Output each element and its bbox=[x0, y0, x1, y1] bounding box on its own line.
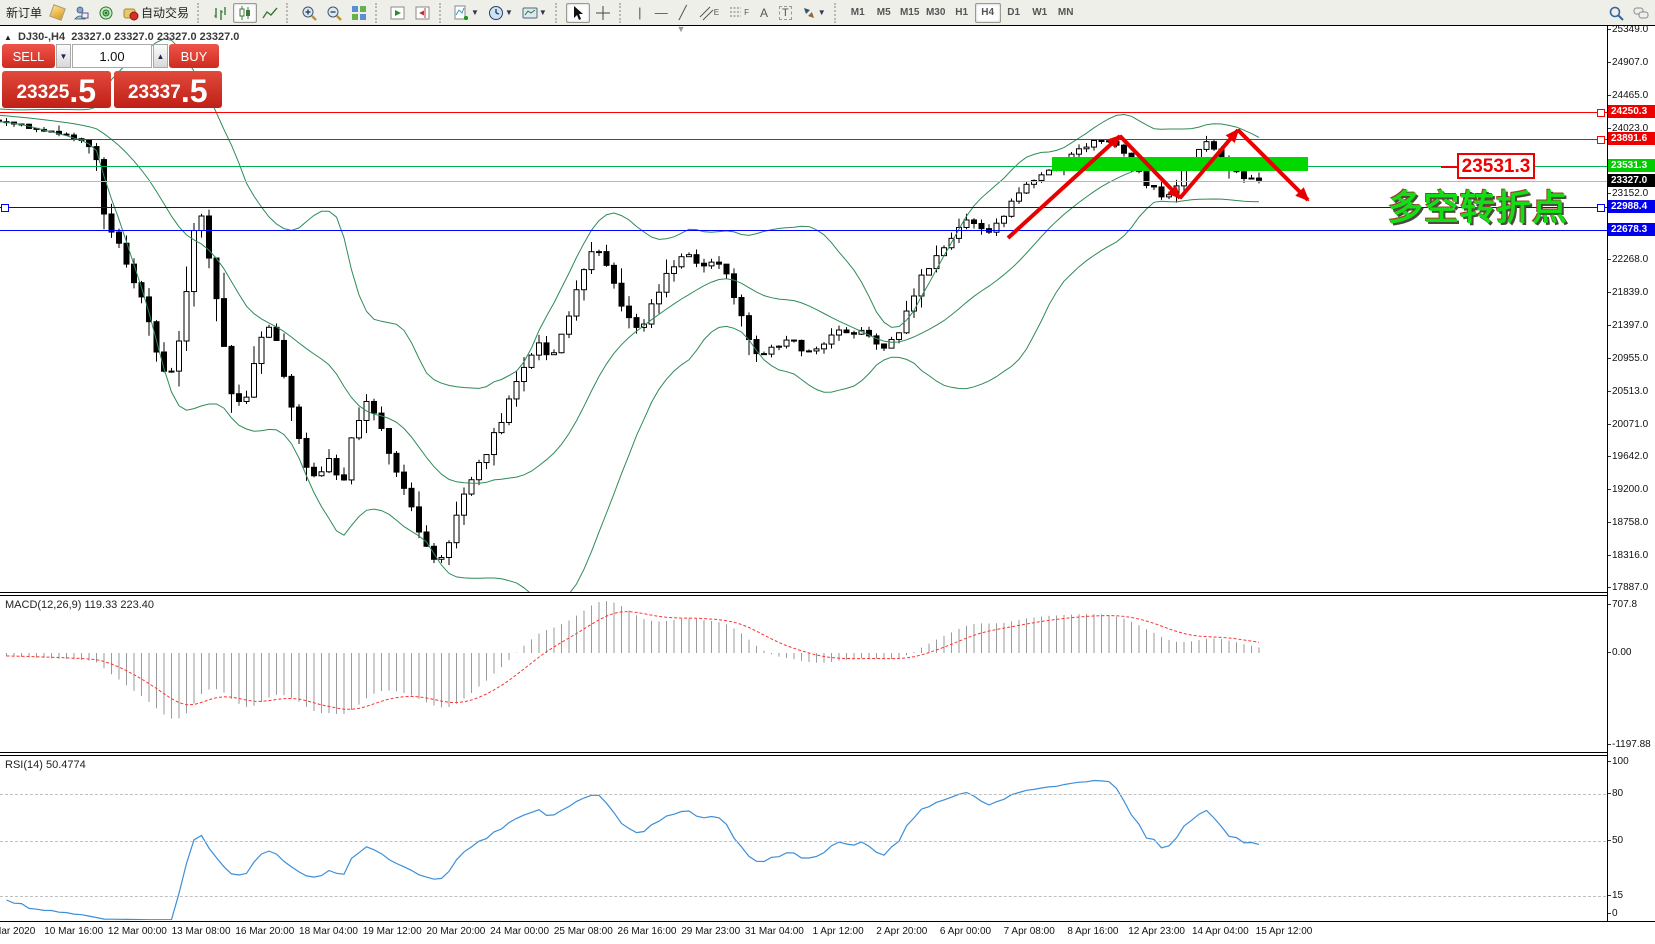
rsi-level-line bbox=[0, 841, 1606, 842]
mt4-window: { "toolbar": { "new_order": "新订单", "auto… bbox=[0, 0, 1655, 944]
rsi-axis-tick: 100 bbox=[1612, 756, 1629, 767]
macd-axis-tick: 707.8 bbox=[1612, 599, 1637, 610]
panel-collapse-tab[interactable]: ▼ bbox=[672, 26, 690, 35]
volume-input[interactable]: 1.00 bbox=[72, 44, 152, 68]
price-badge-22988.4: 22988.4 bbox=[1608, 200, 1655, 213]
symbol-header: ▲ DJ30-,H4 23327.0 23327.0 23327.0 23327… bbox=[4, 31, 239, 43]
line-endpoint-marker[interactable] bbox=[1597, 109, 1605, 117]
sell-price-main: 23325 bbox=[16, 80, 69, 106]
price-tick: 21397.0 bbox=[1612, 320, 1648, 331]
price-tick: 24907.0 bbox=[1612, 57, 1648, 68]
hline-23891.6[interactable] bbox=[0, 139, 1607, 140]
buy-button[interactable]: BUY bbox=[169, 44, 219, 68]
rsi-axis-tick: 50 bbox=[1612, 835, 1623, 846]
rsi-axis-tick: 0 bbox=[1612, 908, 1618, 919]
hline-23531.3[interactable] bbox=[0, 166, 1607, 167]
macd-label: MACD(12,26,9) 119.33 223.40 bbox=[5, 599, 154, 611]
rsi-line bbox=[7, 781, 1260, 920]
price-tick: 25349.0 bbox=[1612, 24, 1648, 35]
price-tick: 17887.0 bbox=[1612, 582, 1648, 593]
macd-histogram bbox=[7, 601, 1260, 718]
price-badge-24250.3: 24250.3 bbox=[1608, 105, 1655, 118]
sell-price-panel[interactable]: 23325.5 bbox=[2, 71, 111, 108]
price-tick: 20513.0 bbox=[1612, 386, 1648, 397]
rsi-axis-tick: 15 bbox=[1612, 890, 1623, 901]
rsi-level-line bbox=[0, 794, 1606, 795]
line-endpoint-marker[interactable] bbox=[1, 204, 9, 212]
buy-price-main: 23337 bbox=[128, 80, 181, 106]
price-annotation-dash bbox=[1441, 166, 1457, 168]
price-tick: 24465.0 bbox=[1612, 90, 1648, 101]
price-tick: 18758.0 bbox=[1612, 517, 1648, 528]
hline-24250.3[interactable] bbox=[0, 112, 1607, 113]
price-badge-23531.3: 23531.3 bbox=[1608, 159, 1655, 172]
macd-axis-tick: 0.00 bbox=[1612, 647, 1631, 658]
price-tick: 21839.0 bbox=[1612, 287, 1648, 298]
symbol-ohlc: 23327.0 23327.0 23327.0 23327.0 bbox=[71, 31, 239, 43]
price-badge-23891.6: 23891.6 bbox=[1608, 132, 1655, 145]
price-badge-23327.0: 23327.0 bbox=[1608, 174, 1655, 187]
buy-price-frac: .5 bbox=[181, 76, 208, 106]
highlight-band[interactable] bbox=[1052, 157, 1308, 171]
sell-price-frac: .5 bbox=[69, 76, 96, 106]
price-badge-22678.3: 22678.3 bbox=[1608, 223, 1655, 236]
price-tick: 18316.0 bbox=[1612, 550, 1648, 561]
chinese-annotation-text[interactable]: 多空转折点 bbox=[1388, 180, 1568, 231]
price-tick: 22268.0 bbox=[1612, 254, 1648, 265]
price-tick: 20955.0 bbox=[1612, 353, 1648, 364]
line-endpoint-marker[interactable] bbox=[1597, 204, 1605, 212]
hline-22678.3[interactable] bbox=[0, 230, 1607, 231]
candlestick-chart-canvas[interactable] bbox=[0, 0, 1655, 944]
volume-decrease-button[interactable]: ▼ bbox=[56, 44, 71, 68]
sell-button[interactable]: SELL bbox=[2, 44, 55, 68]
candles-layer bbox=[0, 118, 1262, 565]
volume-increase-button[interactable]: ▲ bbox=[153, 44, 168, 68]
price-tick: 20071.0 bbox=[1612, 419, 1648, 430]
buy-price-panel[interactable]: 23337.5 bbox=[114, 71, 223, 108]
line-endpoint-marker[interactable] bbox=[1597, 136, 1605, 144]
one-click-trading-panel: SELL ▼ 1.00 ▲ BUY 23325.5 23337.5 bbox=[2, 44, 222, 108]
hline-22988.4[interactable] bbox=[0, 207, 1607, 208]
price-tick: 23152.0 bbox=[1612, 188, 1648, 199]
price-annotation-box[interactable]: 23531.3 bbox=[1457, 153, 1535, 179]
collapse-arrow-icon[interactable]: ▲ bbox=[4, 33, 12, 42]
rsi-axis-tick: 80 bbox=[1612, 788, 1623, 799]
price-tick: 19200.0 bbox=[1612, 484, 1648, 495]
rsi-label: RSI(14) 50.4774 bbox=[5, 759, 86, 771]
symbol-name: DJ30-,H4 bbox=[18, 31, 65, 43]
hline-23327.0[interactable] bbox=[0, 181, 1607, 182]
rsi-level-line bbox=[0, 896, 1606, 897]
price-tick: 19642.0 bbox=[1612, 451, 1648, 462]
macd-axis-tick: -1197.88 bbox=[1612, 739, 1651, 750]
price-axis[interactable]: 25349.024907.024465.024023.023152.022268… bbox=[1608, 26, 1655, 921]
